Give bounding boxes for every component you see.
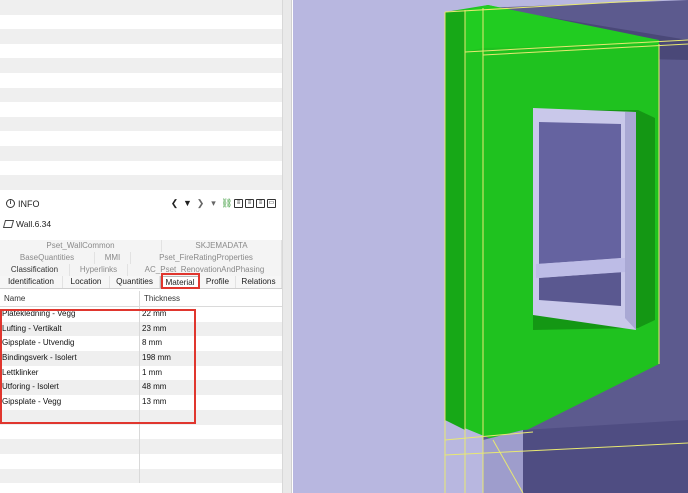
window-glass-lower (539, 272, 621, 306)
tab-profile[interactable]: Profile (200, 276, 236, 288)
window-glass-upper (539, 122, 621, 264)
3d-viewport[interactable] (293, 0, 688, 493)
empty-list-row (0, 0, 282, 15)
material-name-cell (0, 424, 140, 440)
floor-plane (483, 430, 523, 493)
info-icon: i (6, 199, 15, 208)
material-thickness-cell (140, 469, 142, 484)
clipboard-icon[interactable]: ≡ (256, 198, 265, 208)
tab-mmi[interactable]: MMI (95, 252, 131, 264)
material-thickness-cell (140, 425, 142, 440)
empty-list-row (0, 116, 282, 132)
tab-relations[interactable]: Relations (236, 276, 282, 288)
tab-pset-fireratingproperties[interactable]: Pset_FireRatingProperties (131, 252, 282, 264)
material-thickness-cell (140, 454, 142, 469)
chevron-left-icon[interactable]: ❮ (169, 197, 180, 209)
tab-row-3: Classification Hyperlinks AC_Pset_Renova… (0, 264, 282, 276)
empty-list-row (0, 87, 282, 103)
tab-row-2: BaseQuantities MMI Pset_FireRatingProper… (0, 252, 282, 264)
panel-splitter[interactable] (282, 0, 292, 493)
wall-green-edge (445, 10, 465, 430)
left-panel: i INFO ❮ ▼ ❯ ▾ ⛓ ≡ ≡ ≡ ▭ Wall.6.34 Pset_… (0, 0, 282, 493)
entity-label: Wall.6.34 (2, 219, 52, 229)
table-row[interactable] (0, 439, 282, 454)
tab-basequantities[interactable]: BaseQuantities (0, 252, 95, 264)
entity-name: Wall.6.34 (16, 219, 52, 229)
empty-list-row (0, 145, 282, 161)
material-name-cell (0, 453, 140, 469)
wall-icon (2, 220, 15, 228)
triangle-down-icon[interactable]: ▼ (182, 197, 193, 209)
link-icon[interactable]: ⛓ (221, 197, 232, 209)
table-row[interactable] (0, 424, 282, 440)
empty-list-row (0, 102, 282, 117)
info-toolbar: ❮ ▼ ❯ ▾ ⛓ ≡ ≡ ≡ ▭ (169, 197, 276, 209)
column-header-thickness[interactable]: Thickness (140, 291, 180, 306)
table-row[interactable] (0, 453, 282, 469)
empty-list-row (0, 58, 282, 73)
tab-quantities[interactable]: Quantities (110, 276, 160, 288)
empty-list-row (0, 175, 282, 190)
table-header: Name Thickness (0, 291, 282, 307)
highlight-box-material-tab (161, 273, 200, 289)
tab-row-1: Pset_WallCommon SKJEMADATA (0, 240, 282, 252)
tab-identification[interactable]: Identification (0, 276, 63, 288)
empty-list-row (0, 29, 282, 44)
window-icon[interactable]: ▭ (267, 198, 276, 208)
tab-ac-pset-renovationandphasing[interactable]: AC_Pset_RenovationAndPhasing (128, 264, 282, 276)
clipboard-icon[interactable]: ≡ (245, 198, 254, 208)
column-header-name[interactable]: Name (0, 291, 140, 306)
tab-classification[interactable]: Classification (0, 264, 70, 276)
material-name-cell (0, 439, 140, 454)
material-thickness-cell (140, 439, 142, 454)
empty-list-row (0, 160, 282, 176)
window-frame-side (625, 112, 636, 330)
clipboard-icon[interactable]: ≡ (234, 198, 243, 208)
info-panel-title: INFO (18, 198, 40, 209)
info-panel-header: i INFO ❮ ▼ ❯ ▾ ⛓ ≡ ≡ ≡ ▭ (0, 195, 282, 212)
highlight-box-material-rows (0, 309, 196, 424)
empty-list-row (0, 43, 282, 59)
tab-pset-wallcommon[interactable]: Pset_WallCommon (0, 240, 162, 252)
empty-list-row (0, 131, 282, 146)
tab-location[interactable]: Location (63, 276, 110, 288)
tab-row-main: Identification Location Quantities Mater… (0, 276, 282, 289)
empty-list-row (0, 14, 282, 30)
tab-skjemadata[interactable]: SKJEMADATA (162, 240, 282, 252)
empty-list-row (0, 72, 282, 88)
table-row[interactable] (0, 468, 282, 484)
tab-hyperlinks[interactable]: Hyperlinks (70, 264, 128, 276)
empty-list-area (0, 0, 282, 190)
chevron-right-icon[interactable]: ❯ (195, 197, 206, 209)
material-name-cell (0, 468, 140, 484)
triangle-down-small-icon[interactable]: ▾ (208, 197, 219, 209)
